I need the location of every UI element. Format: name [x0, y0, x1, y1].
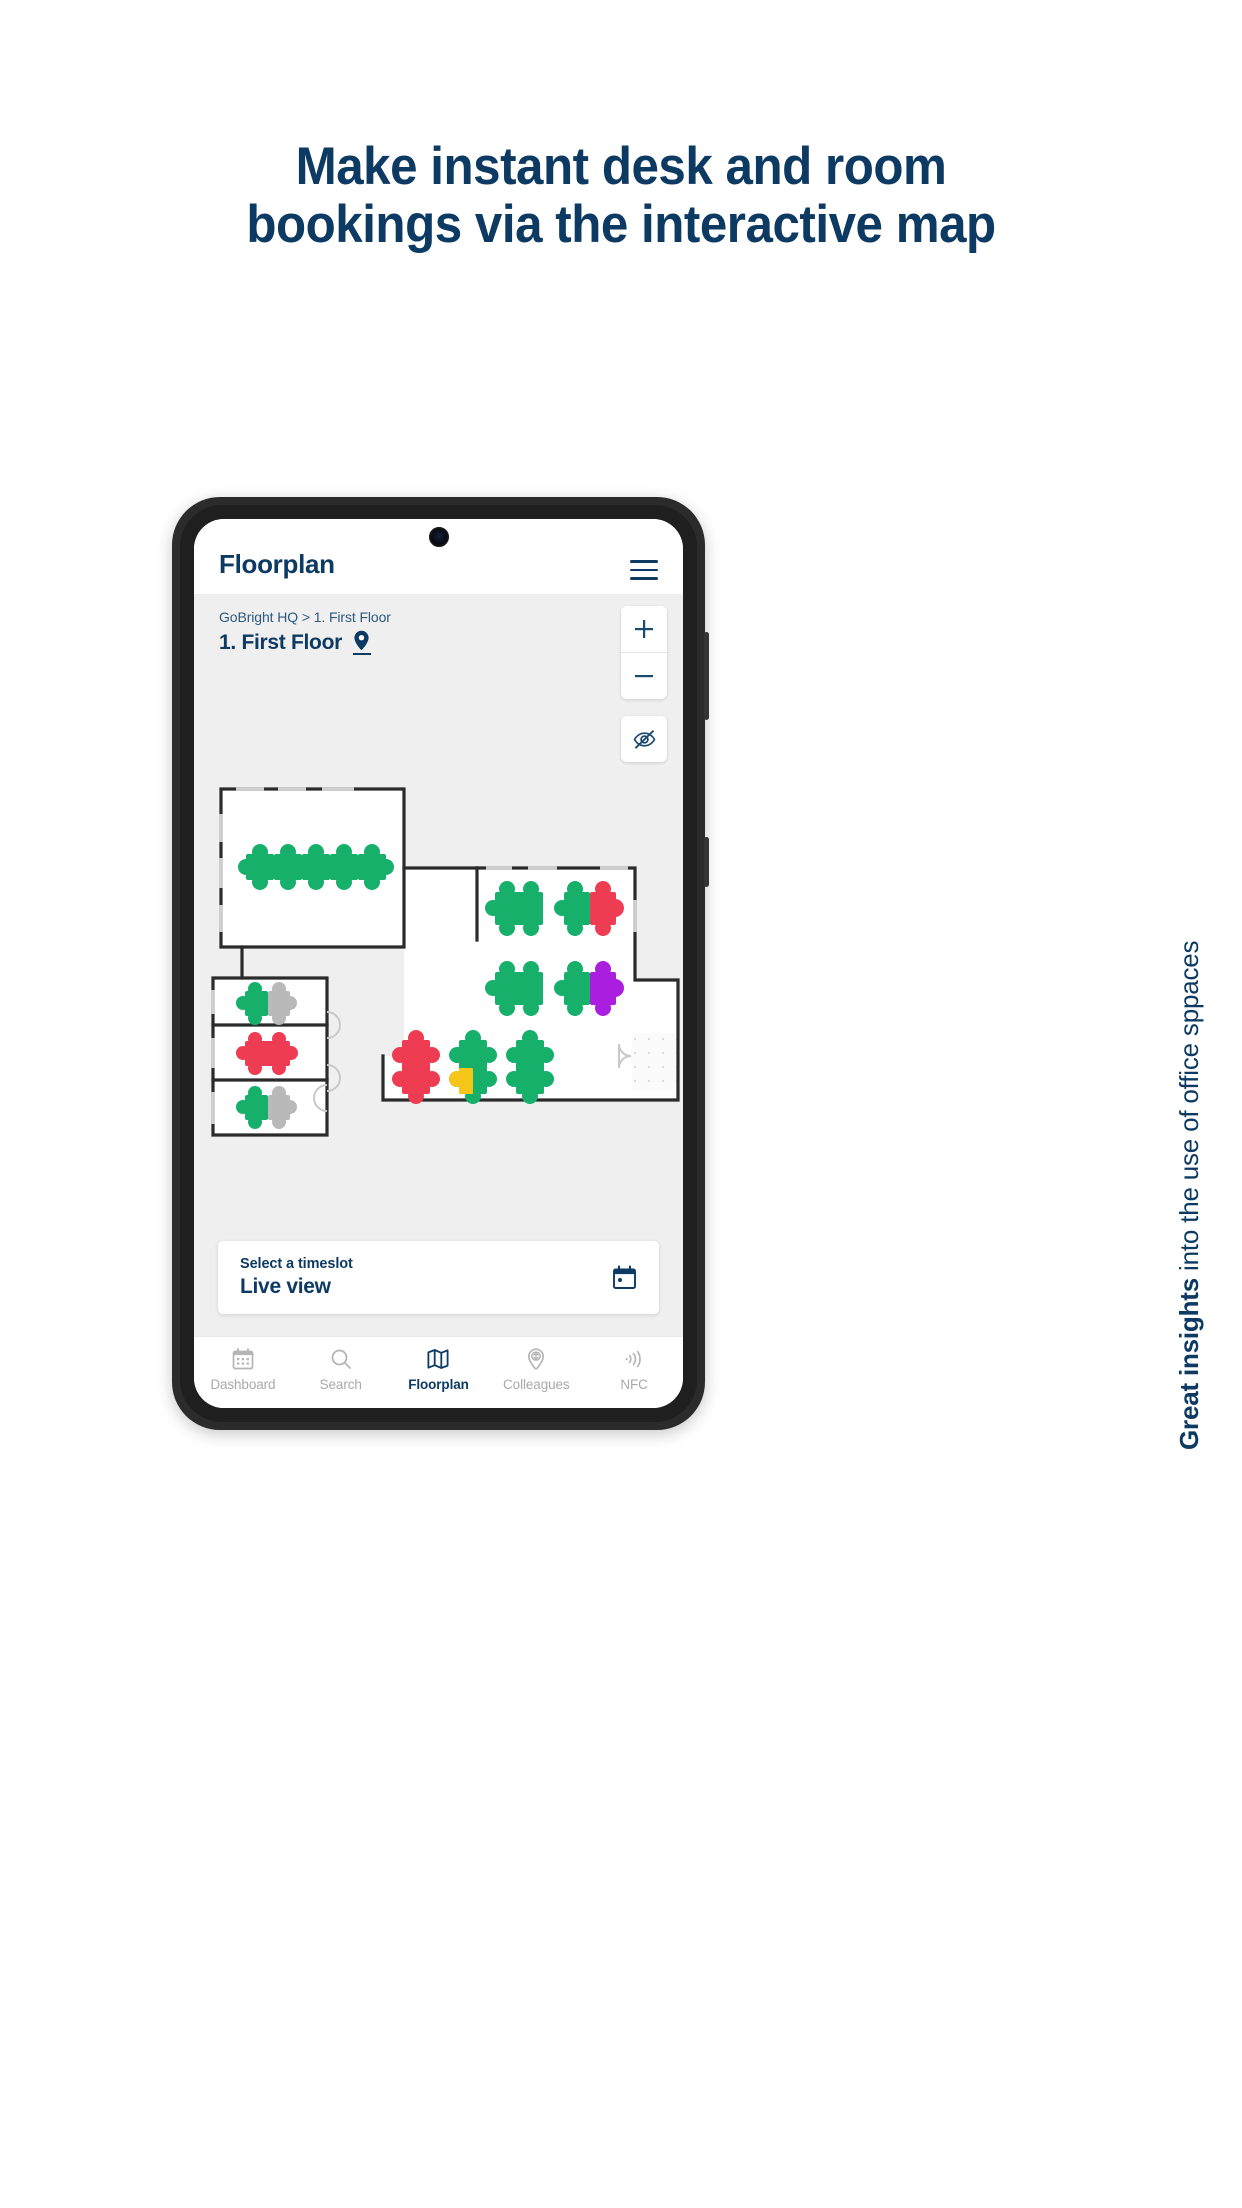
phone-device: Floorplan GoBright HQ > 1. First Floor 1… — [172, 497, 709, 1430]
eye-off-icon — [633, 729, 655, 749]
nav-item-floorplan[interactable]: Floorplan — [390, 1347, 488, 1392]
minus-icon — [635, 675, 653, 678]
toggle-visibility-button[interactable] — [621, 716, 667, 762]
app-title: Floorplan — [219, 549, 335, 579]
nav-label-search: Search — [319, 1377, 362, 1392]
zoom-controls — [621, 606, 667, 699]
page-title: 1. First Floor — [219, 630, 342, 654]
timeslot-selector[interactable]: Select a timeslot Live view — [218, 1241, 659, 1314]
nav-label-floorplan: Floorplan — [408, 1377, 469, 1392]
power-button[interactable] — [704, 837, 709, 887]
phone-screen: Floorplan GoBright HQ > 1. First Floor 1… — [194, 519, 683, 1408]
breadcrumb[interactable]: GoBright HQ > 1. First Floor — [219, 609, 391, 625]
side-caption-rest: into the use of office sppaces — [1174, 940, 1204, 1278]
hamburger-menu-icon[interactable] — [630, 560, 658, 580]
timeslot-text-group: Select a timeslot Live view — [240, 1256, 353, 1299]
nav-item-dashboard[interactable]: Dashboard — [194, 1347, 292, 1392]
nav-item-nfc[interactable]: NFC — [585, 1347, 683, 1392]
nav-label-colleagues: Colleagues — [503, 1377, 570, 1392]
location-pin-glyph — [354, 630, 370, 650]
nav-item-colleagues[interactable]: Colleagues — [487, 1347, 585, 1392]
nfc-waves-icon — [625, 1350, 641, 1368]
side-caption-bold: Great insights — [1174, 1277, 1204, 1450]
bottom-navigation: Dashboard Search Floorplan Colleagues NF… — [194, 1336, 683, 1408]
promo-heading-line-2: bookings via the interactive map — [246, 195, 996, 254]
calendar-icon — [232, 1348, 254, 1370]
floorplan-canvas[interactable] — [194, 780, 683, 1180]
hamburger-bar — [630, 560, 658, 563]
promo-heading-line-1: Make instant desk and room — [295, 137, 947, 196]
timeslot-label: Select a timeslot — [240, 1256, 353, 1272]
side-caption: Great insights into the use of office sp… — [1174, 941, 1220, 1450]
map-icon — [427, 1349, 449, 1369]
nav-label-dashboard: Dashboard — [210, 1377, 276, 1392]
plus-icon — [635, 620, 653, 638]
location-pin-icon[interactable] — [352, 630, 371, 655]
map-area[interactable]: GoBright HQ > 1. First Floor 1. First Fl… — [194, 594, 683, 1336]
pin-underline — [352, 653, 371, 655]
nav-item-search[interactable]: Search — [292, 1347, 390, 1392]
promo-heading: Make instant desk and room bookings via … — [0, 138, 1242, 254]
zoom-out-button[interactable] — [621, 652, 667, 699]
hamburger-bar — [630, 568, 658, 572]
search-icon — [331, 1349, 351, 1369]
calendar-icon[interactable] — [612, 1265, 637, 1290]
hamburger-bar — [630, 577, 658, 580]
timeslot-value: Live view — [240, 1275, 331, 1298]
zoom-in-button[interactable] — [621, 606, 667, 652]
volume-button[interactable] — [704, 632, 709, 720]
nav-label-nfc: NFC — [620, 1377, 648, 1392]
desk-cluster-meeting-room — [238, 844, 394, 890]
colleague-pin-icon — [528, 1348, 545, 1370]
floor-title-row: 1. First Floor — [219, 630, 371, 655]
front-camera-icon — [428, 527, 449, 547]
